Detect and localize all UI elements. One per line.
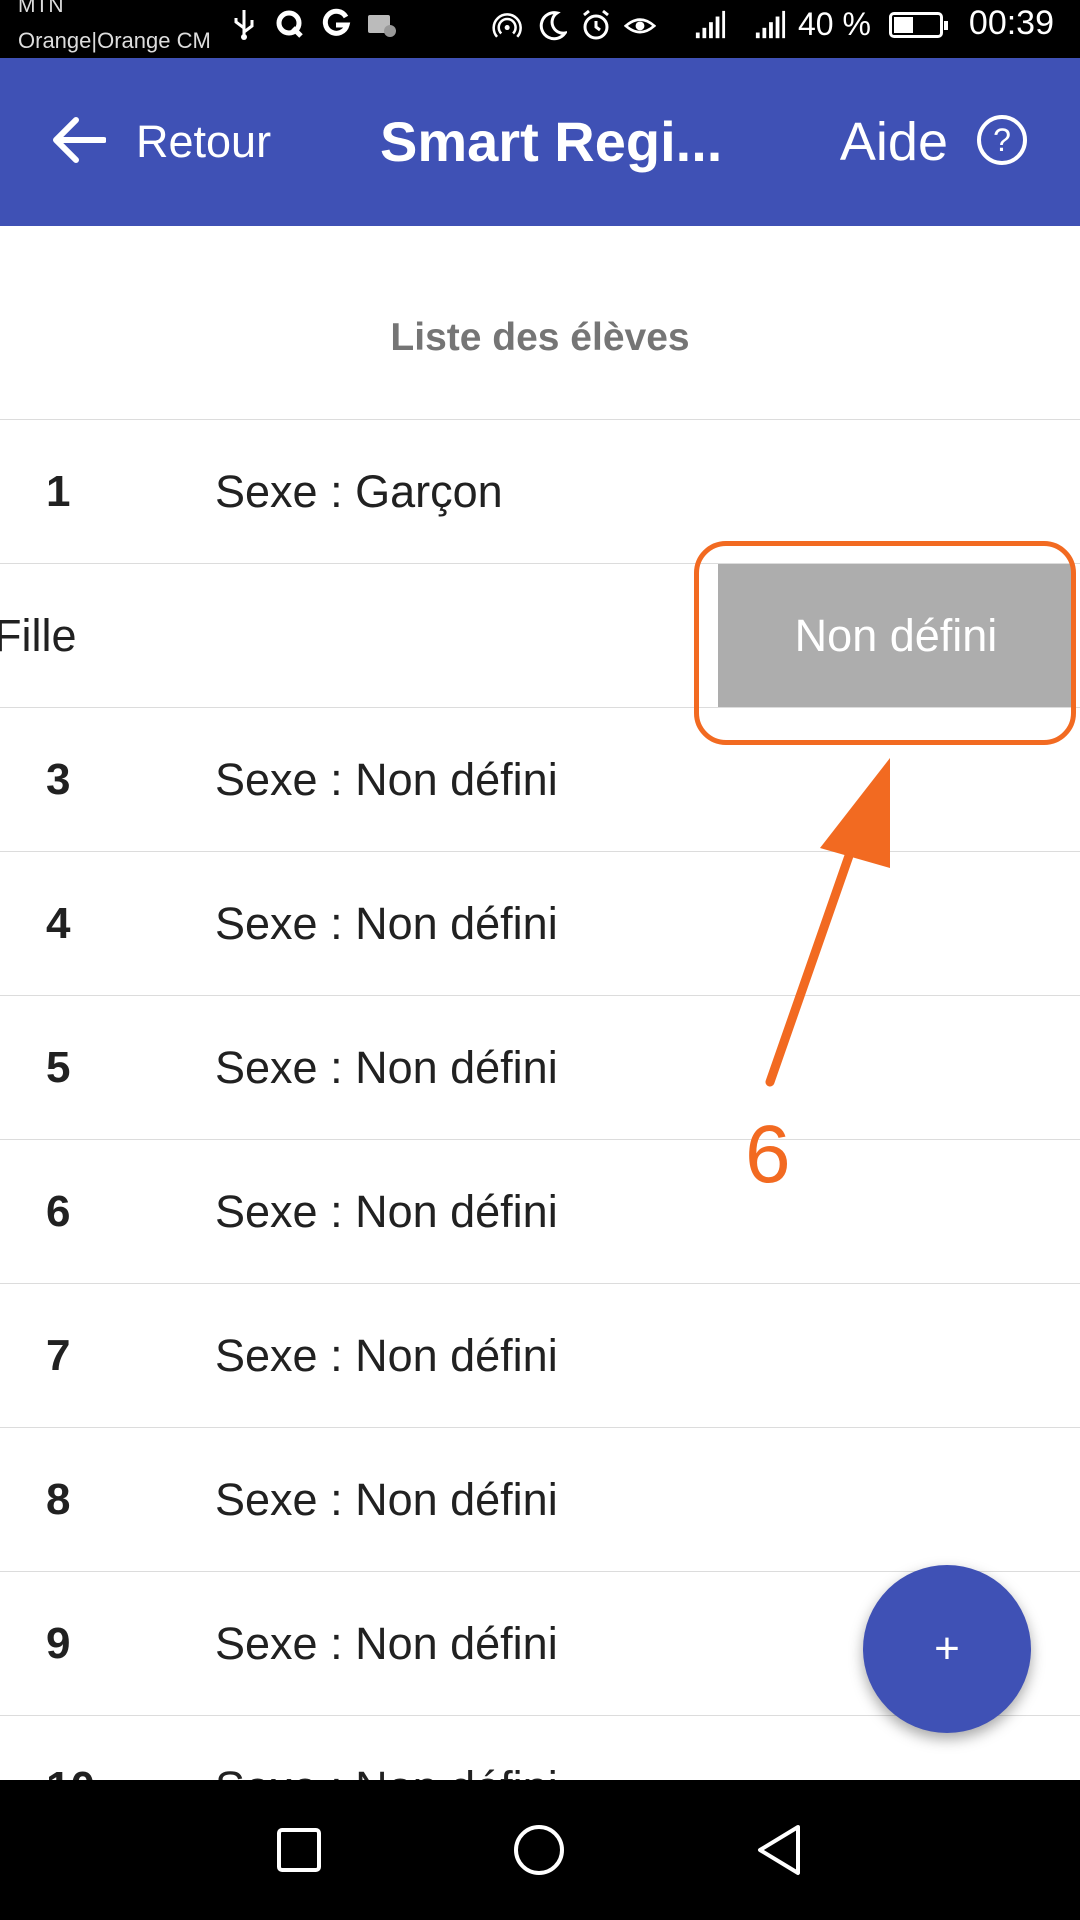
section-title: Liste des élèves xyxy=(390,316,690,359)
svg-text:?: ? xyxy=(993,122,1011,158)
annotation-arrow-icon xyxy=(765,758,890,1087)
help-label: Aide xyxy=(839,112,948,172)
alarm-icon xyxy=(580,7,612,43)
moon-icon xyxy=(536,7,568,43)
eye-icon xyxy=(624,7,656,43)
status-bar: MTN Orange|Orange CM 40 % 00:39 xyxy=(0,0,1080,58)
help-button[interactable]: Aide ? xyxy=(840,58,1028,226)
list-item[interactable]: 4 Sexe : Non défini xyxy=(0,851,1080,995)
student-sex: Sexe : Non défini xyxy=(215,1474,558,1525)
home-icon[interactable] xyxy=(479,1780,599,1920)
g-icon xyxy=(320,6,352,42)
status-icons-left xyxy=(228,6,398,42)
student-sex: Sexe : Non défini xyxy=(215,898,558,949)
back-icon[interactable] xyxy=(719,1780,839,1920)
usb-icon xyxy=(228,6,260,42)
recent-apps-icon[interactable] xyxy=(239,1780,359,1920)
clock: 00:39 xyxy=(968,4,1054,42)
annotation-highlight-box xyxy=(694,541,1076,745)
arrow-left-icon xyxy=(52,116,107,169)
list-item[interactable]: 8 Sexe : Non défini xyxy=(0,1427,1080,1571)
student-number: 3 xyxy=(46,755,71,804)
student-number: 4 xyxy=(46,899,71,948)
back-label: Retour xyxy=(136,116,272,167)
list-item[interactable]: 6 Sexe : Non défini xyxy=(0,1139,1080,1283)
student-number: 5 xyxy=(46,1043,71,1092)
add-student-button[interactable]: + xyxy=(863,1565,1031,1733)
navigation-bar xyxy=(0,1780,1080,1920)
student-sex: Sexe : Non défini xyxy=(215,1042,558,1093)
photo-settings-icon xyxy=(366,6,398,42)
battery-percent: 40 % xyxy=(798,6,871,42)
student-sex: Sexe : Non défini xyxy=(215,1330,558,1381)
signal-icon xyxy=(694,7,726,43)
app-bar: Retour Smart Regi... Aide ? xyxy=(0,58,1080,226)
student-number: 6 xyxy=(46,1187,71,1236)
app-title: Smart Regi... xyxy=(380,110,723,173)
student-number: 1 xyxy=(46,467,71,516)
student-number: 8 xyxy=(46,1475,71,1524)
list-item[interactable]: 5 Sexe : Non défini xyxy=(0,995,1080,1139)
hotspot-icon xyxy=(492,7,524,43)
carrier-name-1: MTN xyxy=(18,0,64,17)
back-button[interactable]: Retour xyxy=(52,58,271,226)
student-number: 9 xyxy=(46,1619,71,1668)
q-icon xyxy=(274,6,306,42)
battery-icon xyxy=(888,11,948,38)
status-icons-right: 40 % xyxy=(492,6,948,43)
student-sex-partial: Fille xyxy=(0,610,77,661)
signal-icon xyxy=(754,7,786,43)
annotation-step-number: 6 xyxy=(745,1109,791,1200)
student-sex: Sexe : Non défini xyxy=(215,1618,558,1669)
list-item[interactable]: 7 Sexe : Non défini xyxy=(0,1283,1080,1427)
student-sex: Sexe : Non défini xyxy=(215,1186,558,1237)
plus-icon: + xyxy=(934,1624,960,1673)
carrier-name-2: Orange|Orange CM xyxy=(18,28,211,53)
student-number: 7 xyxy=(46,1331,71,1380)
student-sex: Sexe : Garçon xyxy=(215,466,503,517)
student-sex: Sexe : Non défini xyxy=(215,754,558,805)
help-circle-icon: ? xyxy=(976,114,1028,171)
